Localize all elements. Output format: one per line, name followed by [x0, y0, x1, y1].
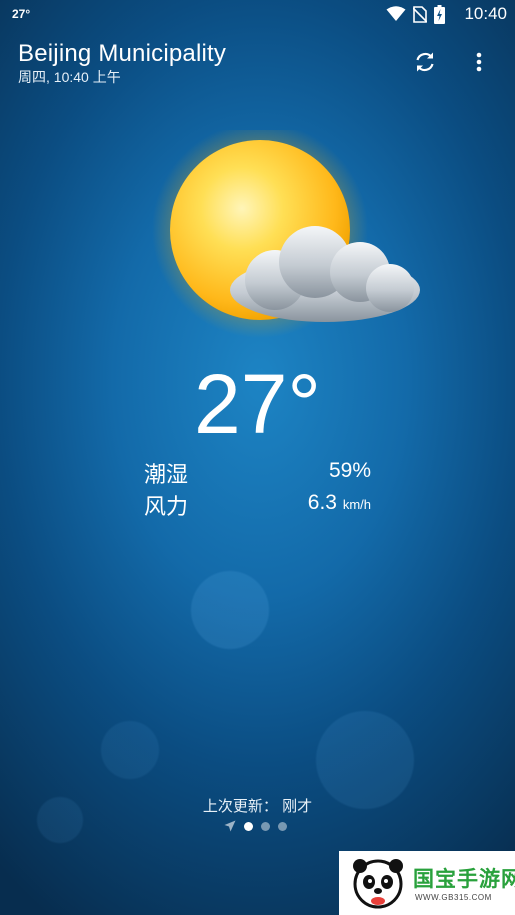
page-indicator[interactable]: [224, 819, 287, 833]
wind-value: 6.3 km/h: [308, 491, 371, 515]
wind-unit: km/h: [342, 497, 371, 512]
wifi-icon: [386, 6, 406, 21]
humidity-value: 59%: [329, 459, 371, 483]
partly-cloudy-icon: [152, 130, 420, 338]
battery-charging-icon: [434, 4, 445, 24]
status-time: 10:40: [464, 4, 507, 23]
page-dot-1[interactable]: [244, 821, 253, 831]
status-icons: [386, 4, 445, 24]
current-temperature: 27°: [193, 357, 322, 451]
watermark-badge: 国宝手游网 WWW.GB315.COM: [339, 851, 515, 915]
humidity-label: 潮湿: [144, 462, 189, 487]
watermark-name: 国宝手游网: [413, 868, 515, 891]
page-dot-3[interactable]: [278, 821, 287, 831]
date-time: 周四, 10:40 上午: [18, 69, 121, 85]
humidity-number: 59%: [328, 459, 371, 482]
no-sim-icon: [413, 5, 427, 23]
location-arrow-icon: [224, 820, 236, 832]
status-temperature: 27°: [12, 7, 31, 21]
wind-number: 6.3: [307, 491, 337, 514]
more-vertical-icon: [476, 52, 482, 72]
watermark-url: WWW.GB315.COM: [415, 893, 492, 902]
refresh-icon: [416, 52, 434, 72]
location-title[interactable]: Beijing Municipality: [18, 40, 226, 68]
page-dot-2[interactable]: [261, 821, 270, 831]
refresh-button[interactable]: [407, 44, 443, 80]
panda-logo-icon: [353, 859, 403, 909]
more-options-button[interactable]: [461, 44, 497, 80]
wind-label: 风力: [144, 494, 189, 519]
status-bar: 27° 10:40: [0, 0, 515, 28]
last-updated: 上次更新： 刚才: [202, 798, 313, 815]
